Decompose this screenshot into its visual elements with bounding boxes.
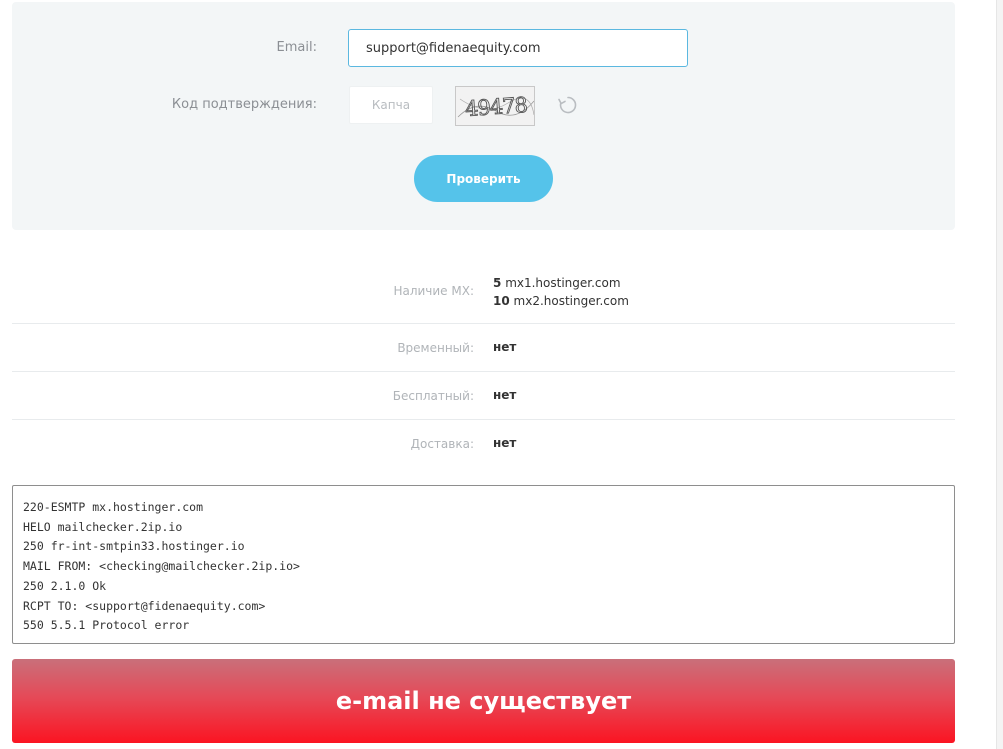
mx-record: 5 mx1.hostinger.com <box>493 274 629 292</box>
check-button[interactable]: Проверить <box>414 155 553 202</box>
captcha-svg: 49478 <box>456 87 534 125</box>
temporary-value: нет <box>493 340 517 354</box>
result-row-mx: Наличие MX: 5 mx1.hostinger.com 10 mx2.h… <box>12 260 955 324</box>
log-line: 220-ESMTP mx.hostinger.com <box>23 500 204 514</box>
refresh-captcha-icon[interactable] <box>557 94 579 116</box>
mx-priority: 10 <box>493 294 510 308</box>
mx-record: 10 mx2.hostinger.com <box>493 292 629 310</box>
captcha-input[interactable] <box>349 86 433 124</box>
email-check-form: Email: Код подтверждения: 49478 Проверит… <box>12 2 955 230</box>
mx-host: mx1.hostinger.com <box>505 276 621 290</box>
result-row-free: Бесплатный: нет <box>12 372 955 420</box>
mx-label: Наличие MX: <box>393 284 474 298</box>
delivery-value: нет <box>493 436 517 450</box>
page-scrollbar[interactable] <box>996 0 1003 749</box>
log-line: 250 fr-int-smtpin33.hostinger.io <box>23 539 245 554</box>
free-label: Бесплатный: <box>392 389 474 403</box>
result-row-delivery: Доставка: нет <box>12 420 955 467</box>
mx-priority: 5 <box>493 276 502 290</box>
log-line: HELO mailchecker.2ip.io <box>23 519 183 534</box>
log-line: 550 5.5.1 Protocol error <box>23 618 190 633</box>
log-line: 250 2.1.0 Ok <box>23 578 107 593</box>
smtp-log[interactable]: 220-ESMTP mx.hostinger.com HELO mailchec… <box>12 485 955 644</box>
free-value: нет <box>493 388 517 402</box>
page: Email: Код подтверждения: 49478 Проверит… <box>0 0 1003 749</box>
delivery-label: Доставка: <box>410 437 474 451</box>
log-line: MAIL FROM: <checking@mailchecker.2ip.io> <box>23 559 300 574</box>
log-line: RCPT TO: <support@fidenaequity.com> <box>23 598 266 613</box>
mx-host: mx2.hostinger.com <box>513 294 629 308</box>
email-label: Email: <box>276 40 317 55</box>
status-banner: e-mail не существует <box>12 659 955 743</box>
email-input[interactable] <box>348 29 688 67</box>
mx-records: 5 mx1.hostinger.com 10 mx2.hostinger.com <box>493 274 629 310</box>
captcha-image: 49478 <box>455 86 535 126</box>
captcha-label: Код подтверждения: <box>171 97 317 112</box>
result-row-temporary: Временный: нет <box>12 324 955 372</box>
captcha-text: 49478 <box>464 93 527 121</box>
temporary-label: Временный: <box>397 341 474 355</box>
results-table: Наличие MX: 5 mx1.hostinger.com 10 mx2.h… <box>12 260 955 467</box>
